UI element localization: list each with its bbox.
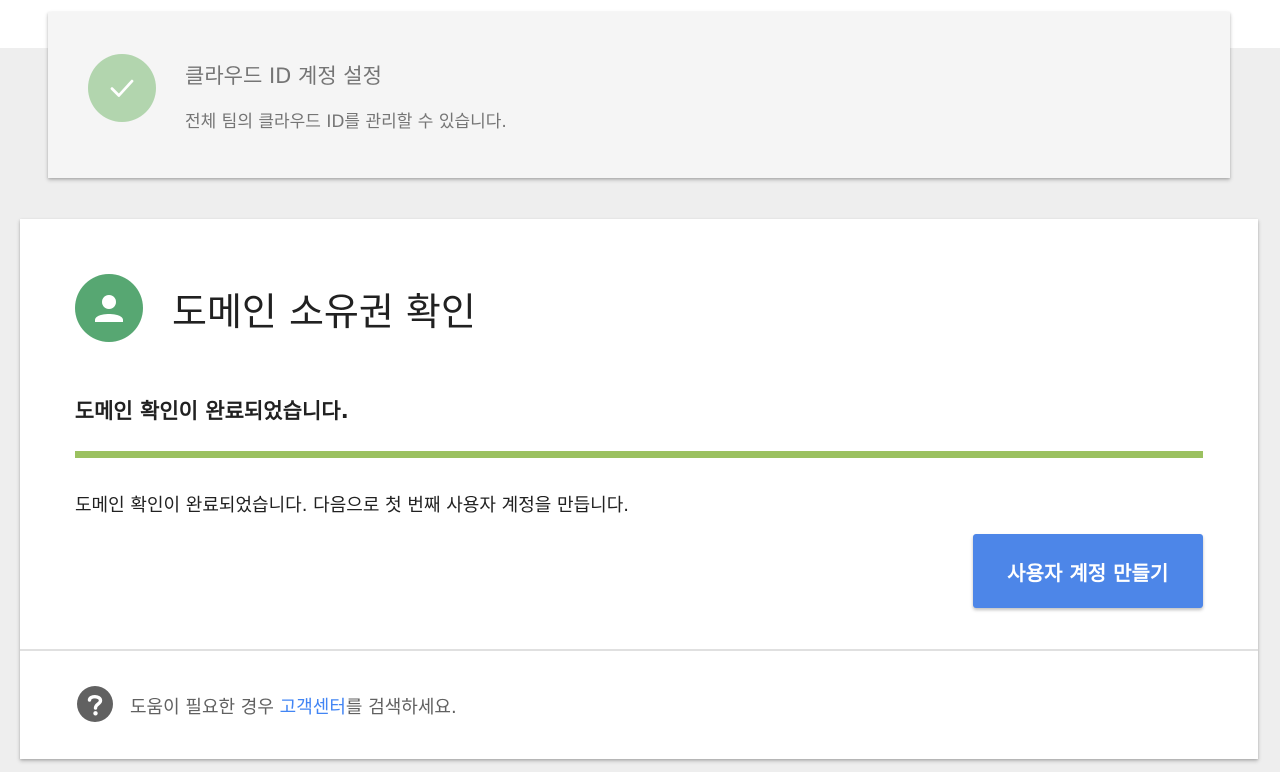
- progress-fill: [75, 451, 1203, 458]
- help-text-prefix: 도움이 필요한 경우: [130, 697, 280, 718]
- progress-bar: [75, 451, 1203, 458]
- help-text: 도움이 필요한 경우 고객센터를 검색하세요.: [130, 693, 457, 719]
- help-text-suffix: 를 검색하세요.: [345, 697, 457, 718]
- account-badge: [75, 274, 143, 342]
- domain-verification-card: 도메인 소유권 확인 도메인 확인이 완료되었습니다. 도메인 확인이 완료되었…: [20, 219, 1258, 759]
- divider: [20, 649, 1258, 651]
- setup-step-card: 클라우드 ID 계정 설정 전체 팀의 클라우드 ID를 관리할 수 있습니다.: [48, 12, 1230, 178]
- step-description: 전체 팀의 클라우드 ID를 관리할 수 있습니다.: [185, 112, 507, 132]
- step-title: 클라우드 ID 계정 설정: [185, 64, 382, 88]
- person-icon: [95, 295, 123, 322]
- page-title: 도메인 소유권 확인: [172, 290, 476, 334]
- completed-step-badge: [88, 54, 156, 122]
- check-icon: [110, 79, 134, 97]
- status-message: 도메인 확인이 완료되었습니다. 다음으로 첫 번째 사용자 계정을 만듭니다.: [75, 495, 630, 516]
- status-heading: 도메인 확인이 완료되었습니다.: [75, 399, 349, 423]
- help-circle-icon: [77, 686, 113, 722]
- create-user-account-button[interactable]: 사용자 계정 만들기: [973, 534, 1203, 608]
- help-center-link[interactable]: 고객센터: [280, 697, 346, 718]
